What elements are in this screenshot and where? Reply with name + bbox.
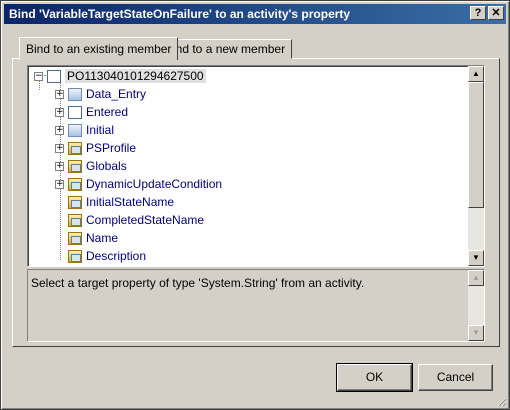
tree-item-label: DynamicUpdateCondition xyxy=(86,177,223,191)
expand-icon[interactable]: + xyxy=(55,143,64,153)
activity-icon xyxy=(68,87,82,101)
expand-icon[interactable]: + xyxy=(55,89,64,99)
state-icon xyxy=(68,105,82,119)
description-text: Select a target property of type 'System… xyxy=(31,276,365,290)
description-scrollbar[interactable]: ▲ ▼ xyxy=(468,270,484,341)
expand-icon[interactable]: + xyxy=(55,161,64,171)
scroll-up-icon[interactable]: ▲ xyxy=(468,270,484,286)
tree-item-initialstatename[interactable]: InitialStateName xyxy=(68,193,174,211)
member-tree[interactable]: − PO113040101294627500 + Data_Entry + En… xyxy=(27,65,485,267)
tree-item-label: Globals xyxy=(86,159,127,173)
description-panel: Select a target property of type 'System… xyxy=(27,269,485,342)
help-button[interactable]: ? xyxy=(470,6,486,20)
scroll-up-icon[interactable]: ▲ xyxy=(468,66,484,82)
tree-item-label: Entered xyxy=(86,105,129,119)
tree-item-label: Initial xyxy=(86,123,115,137)
property-icon xyxy=(68,231,82,245)
close-button[interactable]: ✕ xyxy=(488,6,504,20)
tree-item-globals[interactable]: + Globals xyxy=(55,157,127,175)
ok-button[interactable]: OK xyxy=(336,363,413,392)
scroll-down-icon[interactable]: ▼ xyxy=(468,250,484,266)
resize-grip-icon[interactable] xyxy=(495,395,507,407)
expand-icon[interactable]: + xyxy=(55,179,64,189)
property-icon xyxy=(68,141,82,155)
scroll-down-icon[interactable]: ▼ xyxy=(468,325,484,341)
tree-item-label: Name xyxy=(86,231,119,245)
tree-item-data-entry[interactable]: + Data_Entry xyxy=(55,85,146,103)
property-icon xyxy=(68,213,82,227)
expand-icon[interactable]: + xyxy=(55,125,64,135)
scroll-thumb[interactable] xyxy=(468,82,484,208)
tree-item-label: CompletedStateName xyxy=(86,213,205,227)
tree-item-completedstatename[interactable]: CompletedStateName xyxy=(68,211,204,229)
tree-item-dynamicupdatecondition[interactable]: + DynamicUpdateCondition xyxy=(55,175,222,193)
tree-item-psprofile[interactable]: + PSProfile xyxy=(55,139,136,157)
tree-root-node[interactable]: − PO113040101294627500 xyxy=(34,67,206,85)
tree-item-description[interactable]: Description xyxy=(68,247,146,265)
property-icon xyxy=(68,177,82,191)
property-icon xyxy=(68,159,82,173)
property-icon xyxy=(68,249,82,263)
activity-icon xyxy=(68,123,82,137)
tree-item-name[interactable]: Name xyxy=(68,229,118,247)
expand-icon[interactable]: + xyxy=(55,107,64,117)
title-bar[interactable]: Bind 'VariableTargetStateOnFailure' to a… xyxy=(4,4,506,24)
dialog-title: Bind 'VariableTargetStateOnFailure' to a… xyxy=(9,7,351,21)
collapse-icon[interactable]: − xyxy=(34,71,43,81)
cancel-button[interactable]: Cancel xyxy=(418,364,493,391)
property-icon xyxy=(68,195,82,209)
tree-scrollbar[interactable]: ▲ ▼ xyxy=(468,66,484,266)
workflow-icon xyxy=(47,69,61,83)
tree-item-entered[interactable]: + Entered xyxy=(55,103,128,121)
tree-item-initial[interactable]: + Initial xyxy=(55,121,114,139)
bind-dialog: Bind 'VariableTargetStateOnFailure' to a… xyxy=(0,0,510,410)
tree-root-label: PO113040101294627500 xyxy=(65,69,206,83)
tree-item-label: PSProfile xyxy=(86,141,137,155)
tree-item-label: Description xyxy=(86,249,147,263)
tab-bind-existing-member[interactable]: Bind to an existing member xyxy=(19,37,179,60)
tree-item-label: Data_Entry xyxy=(86,87,147,101)
tree-item-label: InitialStateName xyxy=(86,195,175,209)
